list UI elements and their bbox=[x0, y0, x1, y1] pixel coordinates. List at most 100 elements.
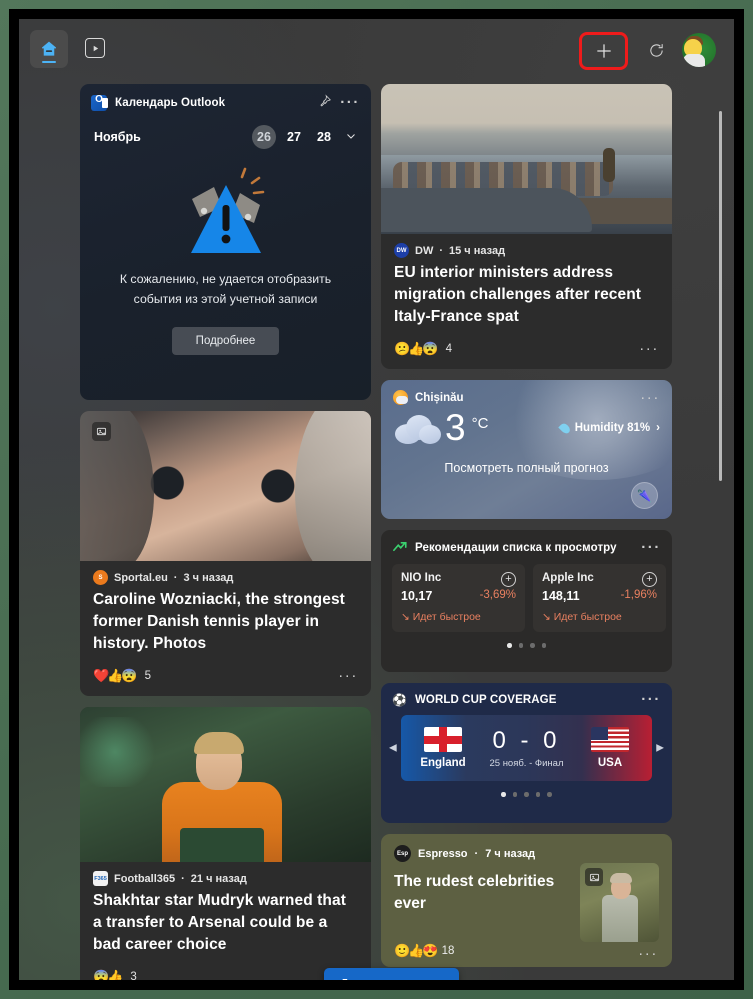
worldcup-score-block: 0 - 0 25 нояб. - Финал bbox=[485, 727, 568, 769]
weather-full-forecast-link[interactable]: Посмотреть полный прогноз bbox=[381, 461, 672, 475]
espresso-source-row: Esp Espresso · 7 ч назад bbox=[394, 845, 659, 862]
right-column: DW DW · 15 ч назад EU interior ministers… bbox=[381, 84, 672, 978]
trending-up-icon bbox=[392, 540, 407, 556]
football365-reaction-emojis[interactable]: 😨👍 bbox=[93, 969, 123, 980]
weather-humidity-label: Humidity 81% bbox=[574, 422, 651, 434]
stock-price: 10,17 bbox=[401, 589, 433, 603]
pager-dot[interactable] bbox=[541, 643, 546, 648]
espresso-thumb-hair bbox=[610, 873, 632, 883]
dw-image-boat-1 bbox=[381, 188, 592, 232]
news-card-espresso[interactable]: Esp Espresso · 7 ч назад The rudest cele… bbox=[381, 834, 672, 967]
outlook-date-26[interactable]: 26 bbox=[252, 125, 276, 149]
add-stock-icon[interactable]: + bbox=[642, 572, 657, 587]
weather-badge-icon[interactable]: 🌂 bbox=[631, 482, 658, 509]
news-card-dw[interactable]: DW DW · 15 ч назад EU interior ministers… bbox=[381, 84, 672, 369]
weather-more-button[interactable]: ··· bbox=[640, 390, 660, 405]
chevron-down-icon[interactable] bbox=[345, 130, 357, 145]
pager-dot[interactable] bbox=[524, 792, 529, 797]
dw-source-badge: DW bbox=[394, 243, 409, 258]
pager-dot[interactable] bbox=[530, 643, 535, 648]
football365-headline: Shakhtar star Mudryk warned that a trans… bbox=[93, 892, 346, 953]
pin-icon[interactable] bbox=[318, 94, 332, 111]
football365-time: 21 ч назад bbox=[190, 872, 247, 885]
pager-dot[interactable] bbox=[507, 643, 512, 648]
weather-humidity-link[interactable]: Humidity 81% › bbox=[558, 421, 660, 435]
espresso-reaction-count: 18 bbox=[441, 945, 455, 957]
worldcup-title: WORLD CUP COVERAGE bbox=[414, 694, 557, 706]
chevron-right-icon: › bbox=[656, 422, 660, 434]
pager-dot[interactable] bbox=[518, 643, 523, 648]
worldcup-prev-arrow[interactable]: ◀ bbox=[389, 743, 397, 754]
sportal-image-detail-right bbox=[295, 411, 371, 561]
stock-card-apple[interactable]: Apple Inc + 148,11 -1,96% ↘ Идет быстрое bbox=[533, 564, 666, 632]
pager-dot[interactable] bbox=[535, 792, 541, 797]
worldcup-score: 0 - 0 bbox=[492, 727, 561, 754]
watchlist-pager bbox=[381, 632, 672, 648]
worldcup-more-button[interactable]: ··· bbox=[641, 692, 661, 707]
sportal-reaction-emojis[interactable]: ❤️👍😨 bbox=[93, 668, 138, 684]
stock-trend-text: Идет быстрое bbox=[553, 611, 622, 623]
sportal-time: 3 ч назад bbox=[183, 571, 234, 584]
weather-widget[interactable]: Chișinău ··· 3 °C Humidity 81% › Посмотр… bbox=[381, 380, 672, 519]
plus-icon bbox=[596, 44, 611, 58]
espresso-source-badge: Esp bbox=[394, 845, 411, 862]
worldcup-team-away: USA bbox=[568, 727, 652, 769]
add-stock-icon[interactable]: + bbox=[501, 572, 516, 587]
espresso-source-name: Espresso bbox=[418, 847, 468, 860]
weather-main: 3 °C Humidity 81% › bbox=[381, 405, 672, 447]
play-icon bbox=[85, 38, 105, 58]
widgets-board: Календарь Outlook ··· Ноябрь 26 27 28 bbox=[19, 19, 734, 980]
watchlist-items: NIO Inc + 10,17 -3,69% ↘ Идет быстрое Ap… bbox=[381, 564, 672, 632]
stock-trend: ↘ Идет быстрое bbox=[401, 611, 516, 623]
football365-image-bokeh bbox=[80, 717, 160, 787]
worldcup-team-home: England bbox=[401, 727, 485, 769]
worldcup-widget: ⚽ WORLD CUP COVERAGE ··· ◀ ▶ England 0 -… bbox=[381, 683, 672, 823]
worldcup-match-card[interactable]: England 0 - 0 25 нояб. - Финал USA bbox=[401, 715, 652, 781]
sportal-source-row: S Sportal.eu · 3 ч назад bbox=[93, 561, 358, 589]
worldcup-next-arrow[interactable]: ▶ bbox=[656, 743, 664, 754]
dw-more-button[interactable]: ··· bbox=[639, 341, 659, 356]
board-scrollbar[interactable] bbox=[719, 111, 722, 481]
football365-body: F365 Football365 · 21 ч назад Shakhtar s… bbox=[80, 862, 371, 980]
outlook-calendar-widget: Календарь Outlook ··· Ноябрь 26 27 28 bbox=[80, 84, 371, 400]
news-card-football365[interactable]: F365 Football365 · 21 ч назад Shakhtar s… bbox=[80, 707, 371, 980]
football365-image bbox=[80, 707, 371, 862]
refresh-button[interactable] bbox=[639, 33, 673, 67]
outlook-learn-more-button[interactable]: Подробнее bbox=[171, 327, 280, 355]
stock-card-nio[interactable]: NIO Inc + 10,17 -3,69% ↘ Идет быстрое bbox=[392, 564, 525, 632]
watchlist-more-button[interactable]: ··· bbox=[641, 540, 661, 555]
outlook-more-button[interactable]: ··· bbox=[340, 95, 360, 110]
video-button[interactable] bbox=[80, 33, 110, 63]
dw-reaction-count: 4 bbox=[445, 343, 452, 355]
stock-name: NIO Inc bbox=[401, 572, 442, 584]
espresso-reaction-emojis[interactable]: 🙂👍😍 bbox=[394, 943, 439, 959]
sportal-headline: Caroline Wozniacki, the strongest former… bbox=[93, 591, 345, 652]
outlook-date-28[interactable]: 28 bbox=[312, 125, 336, 149]
add-widget-button[interactable] bbox=[579, 32, 628, 70]
home-button[interactable] bbox=[30, 30, 68, 68]
espresso-more-button[interactable]: ··· bbox=[638, 946, 658, 961]
home-icon bbox=[42, 41, 56, 56]
worldcup-team-home-name: England bbox=[420, 757, 466, 769]
pager-dot[interactable] bbox=[512, 792, 518, 797]
sportal-separator: · bbox=[173, 571, 178, 584]
sportal-more-button[interactable]: ··· bbox=[338, 668, 358, 683]
pager-dot[interactable] bbox=[547, 792, 552, 797]
pager-dot[interactable] bbox=[501, 792, 506, 797]
news-card-sportal[interactable]: S Sportal.eu · 3 ч назад Caroline Woznia… bbox=[80, 411, 371, 696]
stock-price: 148,11 bbox=[542, 589, 580, 603]
avatar[interactable] bbox=[682, 33, 716, 67]
espresso-reaction-row: 🙂👍😍 18 bbox=[394, 943, 454, 959]
photo-gallery-icon bbox=[585, 868, 603, 886]
football365-source-badge: F365 bbox=[93, 871, 108, 886]
dw-source-name: DW bbox=[415, 244, 434, 257]
stock-value-row: 148,11 -1,96% bbox=[542, 589, 657, 603]
outlook-date-strip: Ноябрь 26 27 28 bbox=[80, 119, 371, 149]
sportal-body: S Sportal.eu · 3 ч назад Caroline Woznia… bbox=[80, 561, 371, 696]
dw-reaction-emojis[interactable]: 😕👍😨 bbox=[394, 341, 439, 357]
outlook-date-27[interactable]: 27 bbox=[282, 125, 306, 149]
sportal-reaction-count: 5 bbox=[144, 670, 151, 682]
home-active-underline bbox=[42, 60, 56, 63]
water-drop-icon bbox=[558, 421, 572, 435]
more-button[interactable]: Дополнительно › bbox=[324, 968, 460, 980]
